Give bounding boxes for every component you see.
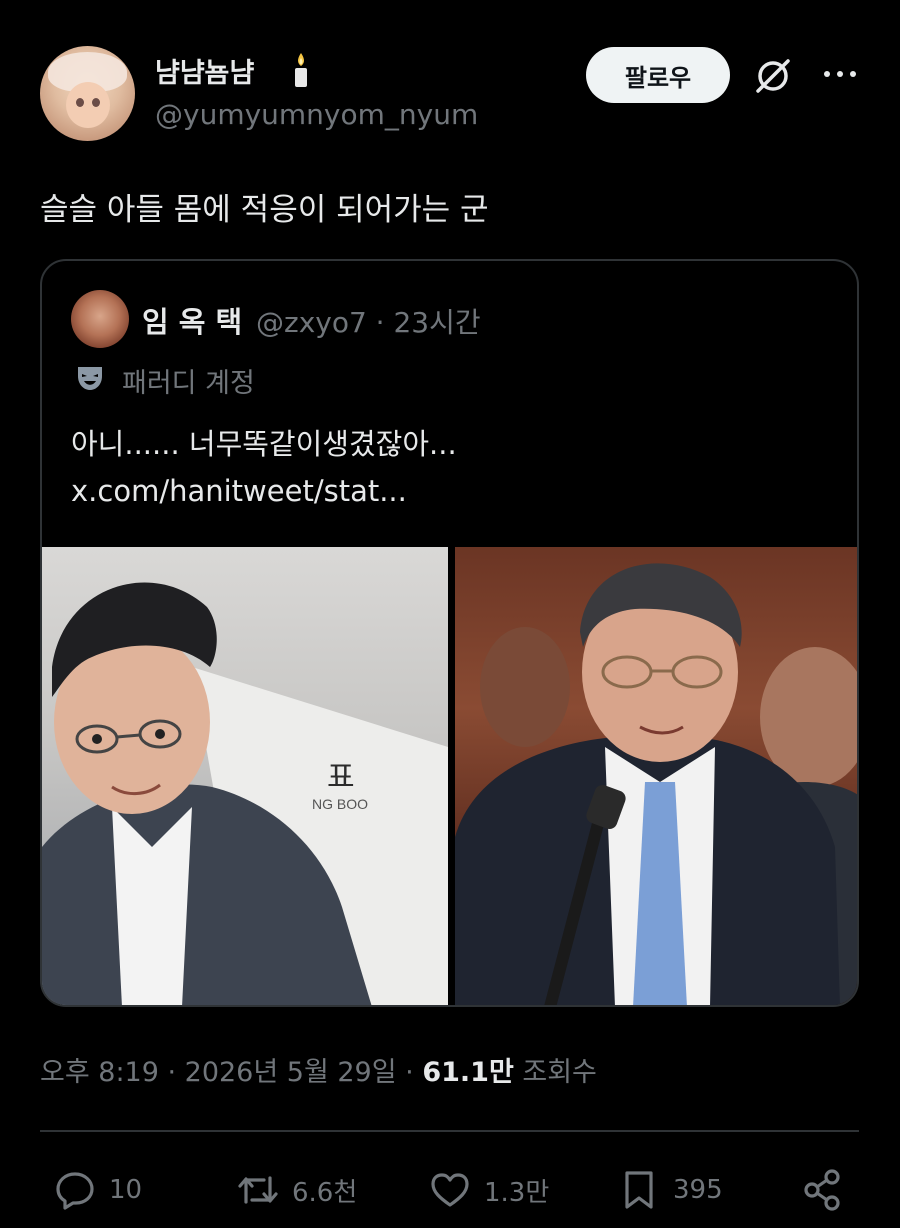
quoted-author-avatar[interactable] xyxy=(71,290,129,348)
tweet-timestamp: 오후 8:19 · 2026년 5월 29일 · 61.1만 조회수 xyxy=(40,1050,597,1089)
quoted-photo-right[interactable] xyxy=(455,547,857,1005)
photo-right-illustration xyxy=(455,563,857,1005)
svg-text:표: 표 xyxy=(327,761,355,794)
retweet-button[interactable]: 6.6천 xyxy=(236,1166,357,1214)
quoted-tweet-link[interactable]: x.com/hanitweet/stat... xyxy=(71,474,407,508)
svg-text:NG BOO: NG BOO xyxy=(312,796,368,812)
follow-button[interactable]: 팔로우 xyxy=(586,47,730,103)
views-count: 61.1만 xyxy=(422,1057,514,1088)
reply-count: 10 xyxy=(109,1175,143,1205)
grok-icon[interactable] xyxy=(752,55,794,97)
reply-button[interactable]: 10 xyxy=(53,1166,142,1214)
quoted-author-meta: @zxyo7 · 23시간 xyxy=(256,306,481,339)
author-avatar[interactable] xyxy=(40,46,135,141)
bookmark-count: 395 xyxy=(673,1175,723,1205)
avatar-eye-right xyxy=(92,98,100,107)
share-icon xyxy=(804,1169,840,1211)
reply-icon xyxy=(56,1172,94,1210)
retweet-count: 6.6천 xyxy=(292,1177,358,1208)
views-label: 조회수 xyxy=(513,1057,597,1088)
parody-mask-icon xyxy=(78,367,102,390)
share-button[interactable] xyxy=(800,1166,856,1214)
parody-account-label: 패러디 계정 xyxy=(122,368,255,399)
avatar-eye-left xyxy=(76,98,84,107)
more-options-icon[interactable] xyxy=(820,64,860,84)
quoted-tweet-card[interactable]: 임 옥 택 @zxyo7 · 23시간 패러디 계정 아니...... 너무똑같… xyxy=(40,259,859,1007)
quoted-tweet-text: 아니...... 너무똑같이생겼잖아... xyxy=(71,427,457,461)
avatar-face-shape xyxy=(66,82,110,128)
divider xyxy=(40,1130,859,1132)
retweet-icon xyxy=(238,1176,278,1204)
like-button[interactable]: 1.3만 xyxy=(428,1166,549,1214)
heart-icon xyxy=(431,1173,469,1207)
timestamp-time[interactable]: 오후 8:19 · 2026년 5월 29일 · xyxy=(40,1057,422,1088)
quoted-photo-left[interactable]: 표 NG BOO xyxy=(42,547,448,1005)
photo-left-illustration: 표 NG BOO xyxy=(42,582,448,1005)
like-count: 1.3만 xyxy=(484,1177,550,1208)
quoted-author-name: 임 옥 택 xyxy=(142,305,243,339)
candle-emoji-icon xyxy=(295,53,307,87)
author-handle[interactable]: @yumyumnyom_nyum xyxy=(155,98,478,131)
bookmark-button[interactable]: 395 xyxy=(617,1166,723,1214)
tweet-text: 슬슬 아들 몸에 적응이 되어가는 군 xyxy=(40,192,489,228)
bookmark-icon xyxy=(625,1171,653,1209)
author-display-name[interactable]: 냠냠뇸냠 xyxy=(155,51,254,90)
